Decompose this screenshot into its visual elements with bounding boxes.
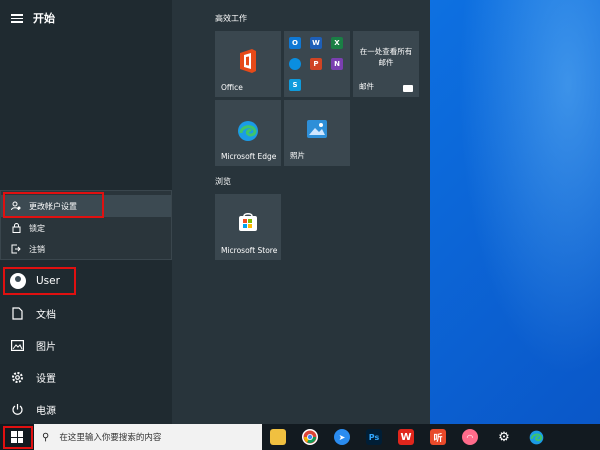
rail-item-documents[interactable]: 文档	[0, 298, 172, 328]
skype-icon: S	[289, 79, 301, 91]
rail-item-power-label: 电源	[36, 405, 56, 417]
menu-item-lock[interactable]: 锁定	[1, 217, 171, 239]
tile-photos[interactable]: 照片	[284, 100, 350, 166]
rail-item-settings-label: 设置	[36, 373, 56, 385]
feishu-icon[interactable]: ➤	[334, 429, 350, 445]
wps-icon[interactable]: W	[398, 429, 414, 445]
excel-icon: X	[331, 37, 343, 49]
highlight-box-user	[3, 267, 76, 295]
rail-item-pictures-label: 图片	[36, 341, 56, 353]
menu-item-lock-label: 锁定	[29, 223, 45, 233]
settings-gear-icon[interactable]: ⚙	[496, 429, 512, 445]
edge-icon	[215, 120, 281, 146]
sign-out-icon	[11, 244, 21, 254]
itingshu-icon[interactable]: 听	[430, 429, 446, 445]
office-icon	[215, 49, 281, 77]
highlight-box-start	[3, 426, 33, 449]
chrome-icon[interactable]	[302, 429, 318, 445]
photoshop-icon[interactable]: Ps	[366, 429, 382, 445]
taskbar: ⚲ 在这里输入你要搜索的内容 ➤ Ps W 听 ◠ ⚙	[0, 424, 600, 450]
document-icon	[10, 306, 24, 320]
tile-office[interactable]: Office	[215, 31, 281, 97]
highlight-box-change-account	[3, 192, 104, 218]
tile-store[interactable]: Microsoft Store	[215, 194, 281, 260]
tile-office-apps[interactable]: O W X P N S	[284, 31, 350, 97]
gear-icon	[10, 370, 24, 384]
tile-office-label: Office	[221, 83, 243, 92]
tile-store-label: Microsoft Store	[221, 246, 278, 255]
group-label-productivity: 高效工作	[215, 14, 247, 23]
search-icon: ⚲	[42, 431, 50, 443]
rail-item-power[interactable]: 电源	[0, 394, 172, 424]
tile-edge[interactable]: Microsoft Edge	[215, 100, 281, 166]
hamburger-menu-icon[interactable]	[11, 12, 23, 24]
powerpoint-icon: P	[310, 58, 322, 70]
menu-item-sign-out[interactable]: 注销	[1, 238, 171, 260]
file-explorer-icon[interactable]	[270, 429, 286, 445]
tile-edge-label: Microsoft Edge	[221, 152, 277, 161]
tiles-pane: 高效工作 Office O W X P N S 在一处查看所有邮件 邮件 Mic…	[172, 0, 430, 424]
mail-icon	[403, 85, 413, 92]
photos-icon	[284, 120, 350, 142]
onedrive-icon	[289, 58, 301, 70]
tile-photos-label: 照片	[290, 151, 305, 160]
rail-item-pictures[interactable]: 图片	[0, 330, 172, 360]
search-placeholder: 在这里输入你要搜索的内容	[59, 433, 162, 443]
start-menu: 高效工作 Office O W X P N S 在一处查看所有邮件 邮件 Mic…	[0, 0, 430, 424]
lock-icon	[11, 223, 21, 233]
menu-item-sign-out-label: 注销	[29, 244, 45, 254]
app-icon[interactable]: ◠	[462, 429, 478, 445]
tile-mail-label: 邮件	[359, 82, 374, 91]
word-icon: W	[310, 37, 322, 49]
rail-item-documents-label: 文档	[36, 309, 56, 321]
store-icon	[215, 212, 281, 236]
group-label-browse: 浏览	[215, 177, 231, 186]
edge-taskbar-icon[interactable]	[528, 429, 544, 445]
outlook-icon: O	[289, 37, 301, 49]
onenote-icon: N	[331, 58, 343, 70]
taskbar-search-box[interactable]: ⚲ 在这里输入你要搜索的内容	[34, 424, 262, 450]
start-title: 开始	[33, 12, 55, 25]
mail-heading: 在一处查看所有邮件	[359, 47, 413, 67]
picture-icon	[10, 338, 24, 352]
rail-item-settings[interactable]: 设置	[0, 362, 172, 392]
power-icon	[10, 402, 24, 416]
tile-mail[interactable]: 在一处查看所有邮件 邮件	[353, 31, 419, 97]
